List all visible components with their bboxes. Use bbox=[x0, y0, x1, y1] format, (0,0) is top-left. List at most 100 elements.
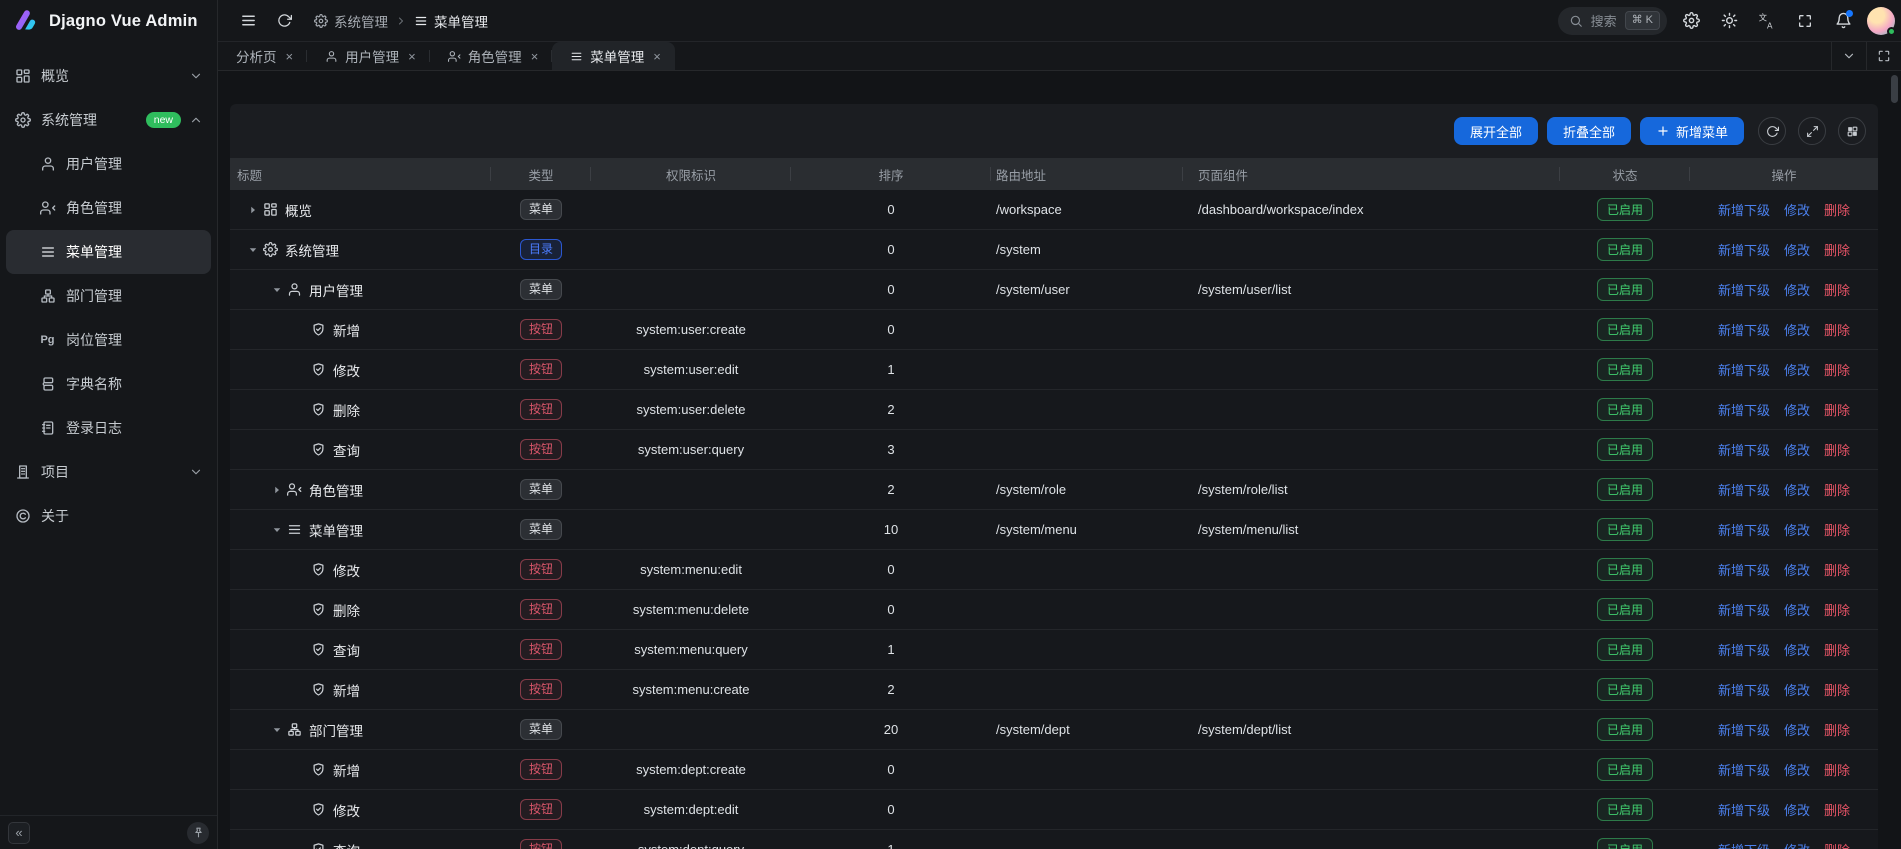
tree-collapse-icon[interactable] bbox=[268, 284, 286, 296]
search-input[interactable]: 搜索 ⌘ K bbox=[1558, 7, 1667, 35]
action-edit[interactable]: 修改 bbox=[1784, 520, 1810, 539]
action-delete[interactable]: 删除 bbox=[1824, 360, 1850, 379]
action-edit[interactable]: 修改 bbox=[1784, 320, 1810, 339]
sidebar-item-role[interactable]: 角色管理 bbox=[6, 186, 211, 230]
action-edit[interactable]: 修改 bbox=[1784, 720, 1810, 739]
action-add-child[interactable]: 新增下级 bbox=[1718, 440, 1770, 459]
action-edit[interactable]: 修改 bbox=[1784, 360, 1810, 379]
table-fullscreen-icon[interactable] bbox=[1798, 117, 1826, 145]
action-edit[interactable]: 修改 bbox=[1784, 600, 1810, 619]
sidebar-item-system[interactable]: 系统管理new bbox=[6, 98, 211, 142]
close-icon[interactable]: × bbox=[408, 50, 416, 63]
breadcrumb-item-system[interactable]: 系统管理 bbox=[314, 11, 388, 31]
action-delete[interactable]: 删除 bbox=[1824, 560, 1850, 579]
sidebar-item-overview[interactable]: 概览 bbox=[6, 54, 211, 98]
tabs-maximize-icon[interactable] bbox=[1866, 42, 1901, 70]
add-menu-button[interactable]: 新增菜单 bbox=[1640, 117, 1744, 145]
sidebar-item-log[interactable]: 登录日志 bbox=[6, 406, 211, 450]
sidebar-pin-icon[interactable] bbox=[187, 822, 209, 844]
sidebar-item-post[interactable]: Pg岗位管理 bbox=[6, 318, 211, 362]
tab-user[interactable]: 用户管理× bbox=[307, 42, 430, 70]
action-edit[interactable]: 修改 bbox=[1784, 480, 1810, 499]
action-edit[interactable]: 修改 bbox=[1784, 680, 1810, 699]
action-add-child[interactable]: 新增下级 bbox=[1718, 320, 1770, 339]
tab-analysis[interactable]: 分析页× bbox=[218, 42, 307, 70]
tab-menu[interactable]: 菜单管理× bbox=[552, 42, 675, 70]
table-columns-icon[interactable] bbox=[1838, 117, 1866, 145]
action-edit[interactable]: 修改 bbox=[1784, 640, 1810, 659]
sidebar-item-user[interactable]: 用户管理 bbox=[6, 142, 211, 186]
collapse-all-button[interactable]: 折叠全部 bbox=[1547, 117, 1631, 145]
action-delete[interactable]: 删除 bbox=[1824, 680, 1850, 699]
action-add-child[interactable]: 新增下级 bbox=[1718, 400, 1770, 419]
action-delete[interactable]: 删除 bbox=[1824, 800, 1850, 819]
tree-collapse-icon[interactable] bbox=[268, 724, 286, 736]
close-icon[interactable]: × bbox=[531, 50, 539, 63]
user-avatar[interactable] bbox=[1867, 7, 1895, 35]
action-add-child[interactable]: 新增下级 bbox=[1718, 520, 1770, 539]
close-icon[interactable]: × bbox=[286, 50, 294, 63]
sidebar-toggle-icon[interactable] bbox=[234, 7, 262, 35]
settings-gear-icon[interactable] bbox=[1677, 7, 1705, 35]
action-edit[interactable]: 修改 bbox=[1784, 560, 1810, 579]
tree-expand-icon[interactable] bbox=[244, 204, 262, 216]
action-delete[interactable]: 删除 bbox=[1824, 520, 1850, 539]
action-delete[interactable]: 删除 bbox=[1824, 400, 1850, 419]
action-add-child[interactable]: 新增下级 bbox=[1718, 480, 1770, 499]
action-edit[interactable]: 修改 bbox=[1784, 440, 1810, 459]
action-add-child[interactable]: 新增下级 bbox=[1718, 600, 1770, 619]
tab-role[interactable]: 角色管理× bbox=[430, 42, 553, 70]
action-delete[interactable]: 删除 bbox=[1824, 320, 1850, 339]
tree-collapse-icon[interactable] bbox=[244, 244, 262, 256]
theme-sun-icon[interactable] bbox=[1715, 7, 1743, 35]
action-delete[interactable]: 删除 bbox=[1824, 240, 1850, 259]
tabs-dropdown-chevron-icon[interactable] bbox=[1831, 42, 1866, 70]
action-add-child[interactable]: 新增下级 bbox=[1718, 560, 1770, 579]
action-edit[interactable]: 修改 bbox=[1784, 760, 1810, 779]
action-add-child[interactable]: 新增下级 bbox=[1718, 280, 1770, 299]
table-refresh-icon[interactable] bbox=[1758, 117, 1786, 145]
action-delete[interactable]: 删除 bbox=[1824, 280, 1850, 299]
action-delete[interactable]: 删除 bbox=[1824, 440, 1850, 459]
action-add-child[interactable]: 新增下级 bbox=[1718, 760, 1770, 779]
sidebar-item-menu[interactable]: 菜单管理 bbox=[6, 230, 211, 274]
action-edit[interactable]: 修改 bbox=[1784, 400, 1810, 419]
action-add-child[interactable]: 新增下级 bbox=[1718, 800, 1770, 819]
action-delete[interactable]: 删除 bbox=[1824, 640, 1850, 659]
app-root: Djagno Vue Admin 概览系统管理new用户管理角色管理菜单管理部门… bbox=[0, 0, 1901, 849]
action-add-child[interactable]: 新增下级 bbox=[1718, 200, 1770, 219]
action-delete[interactable]: 删除 bbox=[1824, 480, 1850, 499]
sidebar-item-about[interactable]: 关于 bbox=[6, 494, 211, 538]
action-add-child[interactable]: 新增下级 bbox=[1718, 240, 1770, 259]
sidebar-item-dict[interactable]: 字典名称 bbox=[6, 362, 211, 406]
tree-collapse-icon[interactable] bbox=[268, 524, 286, 536]
action-delete[interactable]: 删除 bbox=[1824, 200, 1850, 219]
action-add-child[interactable]: 新增下级 bbox=[1718, 840, 1770, 849]
action-add-child[interactable]: 新增下级 bbox=[1718, 360, 1770, 379]
action-add-child[interactable]: 新增下级 bbox=[1718, 680, 1770, 699]
sidebar-item-project[interactable]: 项目 bbox=[6, 450, 211, 494]
action-add-child[interactable]: 新增下级 bbox=[1718, 720, 1770, 739]
action-delete[interactable]: 删除 bbox=[1824, 760, 1850, 779]
expand-all-button[interactable]: 展开全部 bbox=[1454, 117, 1538, 145]
action-edit[interactable]: 修改 bbox=[1784, 240, 1810, 259]
action-add-child[interactable]: 新增下级 bbox=[1718, 640, 1770, 659]
action-delete[interactable]: 删除 bbox=[1824, 720, 1850, 739]
sidebar-collapse-button[interactable]: « bbox=[8, 822, 30, 844]
refresh-icon[interactable] bbox=[270, 7, 298, 35]
sidebar-item-dept[interactable]: 部门管理 bbox=[6, 274, 211, 318]
action-edit[interactable]: 修改 bbox=[1784, 840, 1810, 849]
action-edit[interactable]: 修改 bbox=[1784, 200, 1810, 219]
language-icon[interactable]: 文A bbox=[1753, 7, 1781, 35]
action-delete[interactable]: 删除 bbox=[1824, 600, 1850, 619]
action-edit[interactable]: 修改 bbox=[1784, 800, 1810, 819]
logo-row[interactable]: Djagno Vue Admin bbox=[0, 0, 217, 42]
action-edit[interactable]: 修改 bbox=[1784, 280, 1810, 299]
tree-expand-icon[interactable] bbox=[268, 484, 286, 496]
fullscreen-icon[interactable] bbox=[1791, 7, 1819, 35]
action-delete[interactable]: 删除 bbox=[1824, 840, 1850, 849]
close-icon[interactable]: × bbox=[653, 50, 661, 63]
breadcrumb-item-menu[interactable]: 菜单管理 bbox=[414, 11, 488, 31]
scrollbar-thumb[interactable] bbox=[1891, 75, 1898, 103]
notifications-bell-icon[interactable] bbox=[1829, 7, 1857, 35]
